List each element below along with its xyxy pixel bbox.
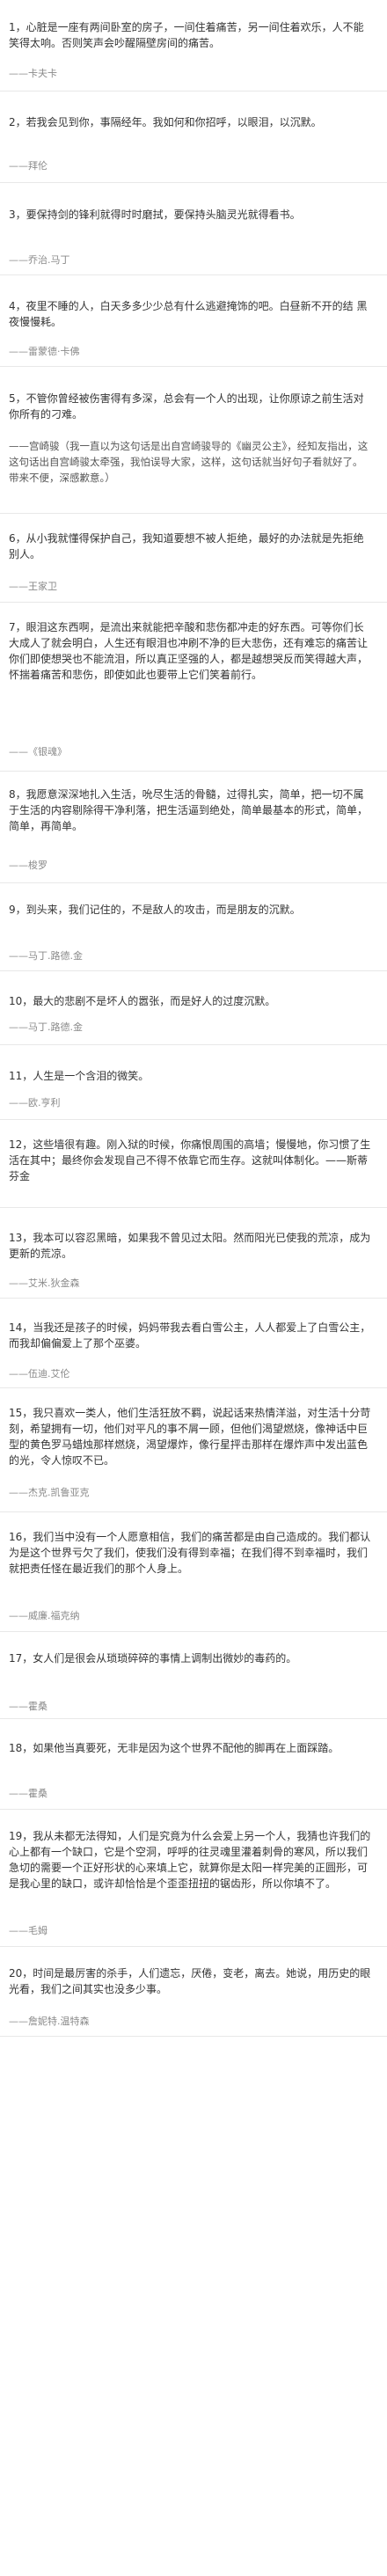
quote-entry: 12，这些墙很有趣。刚入狱的时候，你痛恨周围的高墙；慢慢地，你习惯了生活在其中；… (0, 1119, 387, 1208)
quote-author: ——毛姆 (9, 1925, 47, 1936)
quote-author: ——威廉.福克纳 (9, 1610, 80, 1621)
quote-entry: 8，我愿意深深地扎入生活，吮尽生活的骨髓，过得扎实，简单，把一切不属于生活的内容… (0, 771, 387, 883)
quote-text: 18，如果他当真要死，无非是因为这个世界不配他的脚再在上面踩踏。 (9, 1742, 340, 1754)
quote-text: 5，不管你曾经被伤害得有多深，总会有一个人的出现，让你原谅之前生活对你所有的刁难… (9, 392, 364, 421)
quote-author: ——卡夫卡 (9, 68, 57, 79)
quote-entry: 10，最大的悲剧不是坏人的嚣张，而是好人的过度沉默。 ——马丁.路德.金 (0, 970, 387, 1045)
quote-author: ——乔治.马丁 (9, 254, 70, 266)
quote-text: 4，夜里不睡的人，白天多多少少总有什么逃避掩饰的吧。白昼新不开的结 黑夜慢慢耗。 (9, 300, 368, 328)
quote-entry: 19，我从未都无法得知，人们是究竟为什么会爱上另一个人，我猜也许我们的心上都有一… (0, 1809, 387, 1947)
quote-text: 1，心脏是一座有两间卧室的房子，一间住着痛苦，另一间住着欢乐，人不能笑得太响。否… (9, 21, 364, 49)
quote-entry: 7，眼泪这东西啊，是流出来就能把辛酸和悲伤都冲走的好东西。可等你们长大成人了就会… (0, 602, 387, 772)
quote-entry: 17，女人们是很会从琐琐碎碎的事情上调制出微妙的毒药的。 ——霍桑 (0, 1631, 387, 1719)
quote-author: ——霍桑 (9, 1701, 47, 1712)
quote-text: 20，时间是最厉害的杀手，人们遗忘，厌倦，变老，离去。她说，用历史的眼光看，我们… (9, 1967, 371, 1995)
quote-author: ——伍迪.艾伦 (9, 1368, 70, 1379)
quote-author: ——宫崎骏（我一直以为这句话是出自宫崎骏导的《幽灵公主》，经知友指出，这这句话出… (9, 440, 369, 484)
quote-author: ——马丁.路德.金 (9, 1021, 83, 1033)
quote-entry: 18，如果他当真要死，无非是因为这个世界不配他的脚再在上面踩踏。 ——霍桑 (0, 1718, 387, 1810)
quote-entry: 13，我本可以容忍黑暗，如果我不曾见过太阳。然而阳光已使我的荒凉，成为更新的荒凉… (0, 1207, 387, 1299)
quote-author: ——梭罗 (9, 860, 47, 871)
quote-entry: 3，要保持剑的锋利就得时时磨拭，要保持头脑灵光就得看书。 ——乔治.马丁 (0, 182, 387, 275)
quote-text: 17，女人们是很会从琐琐碎碎的事情上调制出微妙的毒药的。 (9, 1652, 297, 1665)
quote-text: 16，我们当中没有一个人愿意相信，我们的痛苦都是由自己造成的。我们都认为是这个世… (9, 1531, 371, 1575)
quote-author: ——欧.亨利 (9, 1097, 61, 1109)
quote-text: 8，我愿意深深地扎入生活，吮尽生活的骨髓，过得扎实，简单，把一切不属于生活的内容… (9, 788, 369, 832)
quote-author: ——雷蒙德·卡佛 (9, 346, 80, 357)
quote-entry: 16，我们当中没有一个人愿意相信，我们的痛苦都是由自己造成的。我们都认为是这个世… (0, 1511, 387, 1632)
quote-entry: 20，时间是最厉害的杀手，人们遗忘，厌倦，变老，离去。她说，用历史的眼光看，我们… (0, 1946, 387, 2037)
quote-entry: 4，夜里不睡的人，白天多多少少总有什么逃避掩饰的吧。白昼新不开的结 黑夜慢慢耗。… (0, 274, 387, 367)
quote-author: ——艾米.狄金森 (9, 1277, 80, 1289)
quote-author: ——詹妮特.温特森 (9, 2016, 90, 2027)
quote-author: ——霍桑 (9, 1788, 47, 1799)
quote-entry: 9，到头来，我们记住的，不是敌人的攻击，而是朋友的沉默。 ——马丁.路德.金 (0, 882, 387, 971)
quote-author: ——拜伦 (9, 160, 47, 172)
quote-text: 15，我只喜欢一类人，他们生活狂放不羁，说起话来热情洋溢，对生活十分苛刻，希望拥… (9, 1407, 371, 1467)
quote-author: ——《银魂》 (9, 746, 67, 757)
quote-text: 7，眼泪这东西啊，是流出来就能把辛酸和悲伤都冲走的好东西。可等你们长大成人了就会… (9, 621, 369, 681)
quote-text: 11，人生是一个含泪的微笑。 (9, 1070, 150, 1082)
quote-entry: 5，不管你曾经被伤害得有多深，总会有一个人的出现，让你原谅之前生活对你所有的刁难… (0, 366, 387, 514)
quote-author: ——杰克.凯鲁亚克 (9, 1487, 90, 1498)
quote-entry: 15，我只喜欢一类人，他们生活狂放不羁，说起话来热情洋溢，对生活十分苛刻，希望拥… (0, 1387, 387, 1512)
quote-text: 6，从小我就懂得保护自己，我知道要想不被人拒绝，最好的办法就是先拒绝别人。 (9, 532, 364, 560)
quote-entry: 2，若我会见到你，事隔经年。我如何和你招呼，以眼泪，以沉默。 ——拜伦 (0, 91, 387, 183)
quote-entry: 6，从小我就懂得保护自己，我知道要想不被人拒绝，最好的办法就是先拒绝别人。 ——… (0, 513, 387, 603)
quote-text: 9，到头来，我们记住的，不是敌人的攻击，而是朋友的沉默。 (9, 904, 301, 916)
quote-author: ——马丁.路德.金 (9, 950, 83, 962)
quote-entry: 1，心脏是一座有两间卧室的房子，一间住着痛苦，另一间住着欢乐，人不能笑得太响。否… (0, 0, 387, 91)
quote-entry: 14，当我还是孩子的时候，妈妈带我去看白雪公主，人人都爱上了白雪公主，而我却偏偏… (0, 1298, 387, 1388)
quote-text: 3，要保持剑的锋利就得时时磨拭，要保持头脑灵光就得看书。 (9, 209, 301, 221)
quote-text: 19，我从未都无法得知，人们是究竟为什么会爱上另一个人，我猜也许我们的心上都有一… (9, 1830, 371, 1890)
quote-text: 12，这些墙很有趣。刚入狱的时候，你痛恨周围的高墙；慢慢地，你习惯了生活在其中；… (9, 1138, 371, 1182)
quote-text: 13，我本可以容忍黑暗，如果我不曾见过太阳。然而阳光已使我的荒凉，成为更新的荒凉… (9, 1232, 371, 1260)
quote-author: ——王家卫 (9, 581, 57, 592)
quote-text: 2，若我会见到你，事隔经年。我如何和你招呼，以眼泪，以沉默。 (9, 116, 322, 128)
quote-entry: 11，人生是一个含泪的微笑。 ——欧.亨利 (0, 1044, 387, 1120)
quote-text: 10，最大的悲剧不是坏人的嚣张，而是好人的过度沉默。 (9, 995, 276, 1007)
quote-text: 14，当我还是孩子的时候，妈妈带我去看白雪公主，人人都爱上了白雪公主，而我却偏偏… (9, 1321, 371, 1350)
